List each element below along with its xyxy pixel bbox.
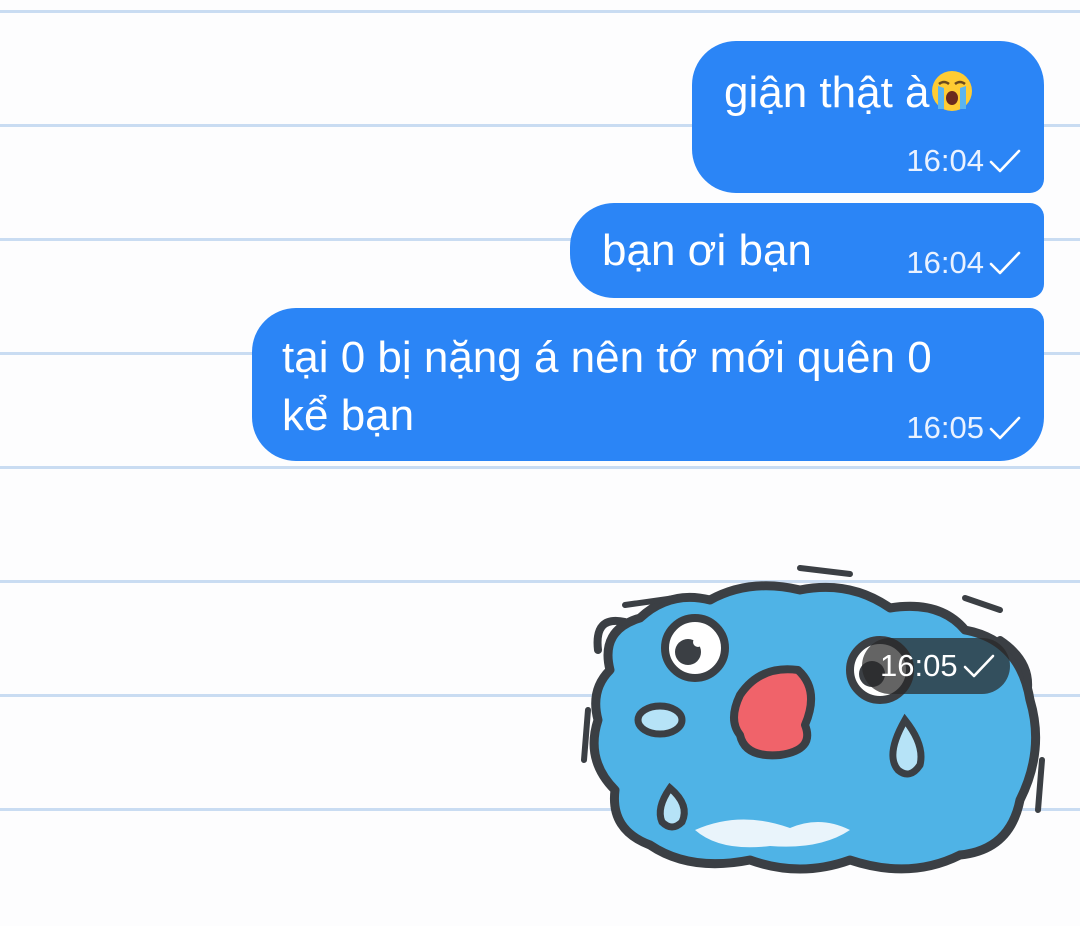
message-bubble-1[interactable]: giận thật à 16:04	[692, 41, 1044, 193]
message-text: giận thật à	[724, 68, 930, 117]
message-meta-1: 16:04	[906, 143, 1022, 179]
message-text-3-line-2: kể bạn	[282, 391, 415, 440]
sticker-meta: 16:05	[862, 638, 1010, 694]
check-icon	[963, 654, 994, 678]
message-meta-2: 16:04	[906, 245, 1022, 281]
message-text-3-line-1: tại 0 bị nặng á nên tớ mới quên 0	[282, 333, 932, 382]
message-meta-3: 16:05	[906, 410, 1022, 446]
message-time: 16:05	[906, 410, 984, 445]
loudly-crying-face-icon	[931, 71, 972, 111]
message-bubble-3[interactable]: tại 0 bị nặng á nên tớ mới quên 0 kể bạn…	[252, 308, 1044, 461]
check-icon	[989, 251, 1021, 275]
sticker-time: 16:05	[880, 648, 958, 683]
message-bubble-2[interactable]: bạn ơi bạn 16:04	[570, 203, 1044, 298]
check-icon	[989, 149, 1021, 173]
message-time: 16:04	[906, 143, 984, 178]
message-text-2: bạn ơi bạn	[602, 226, 812, 275]
check-icon	[989, 416, 1021, 440]
crying-cat-sticker[interactable]	[580, 560, 1050, 880]
message-text-1: giận thật à	[724, 65, 974, 121]
message-time: 16:04	[906, 245, 984, 280]
chat-area: giận thật à 16:04 bạn ơi bạn 16:04 tại 0…	[0, 0, 1080, 926]
